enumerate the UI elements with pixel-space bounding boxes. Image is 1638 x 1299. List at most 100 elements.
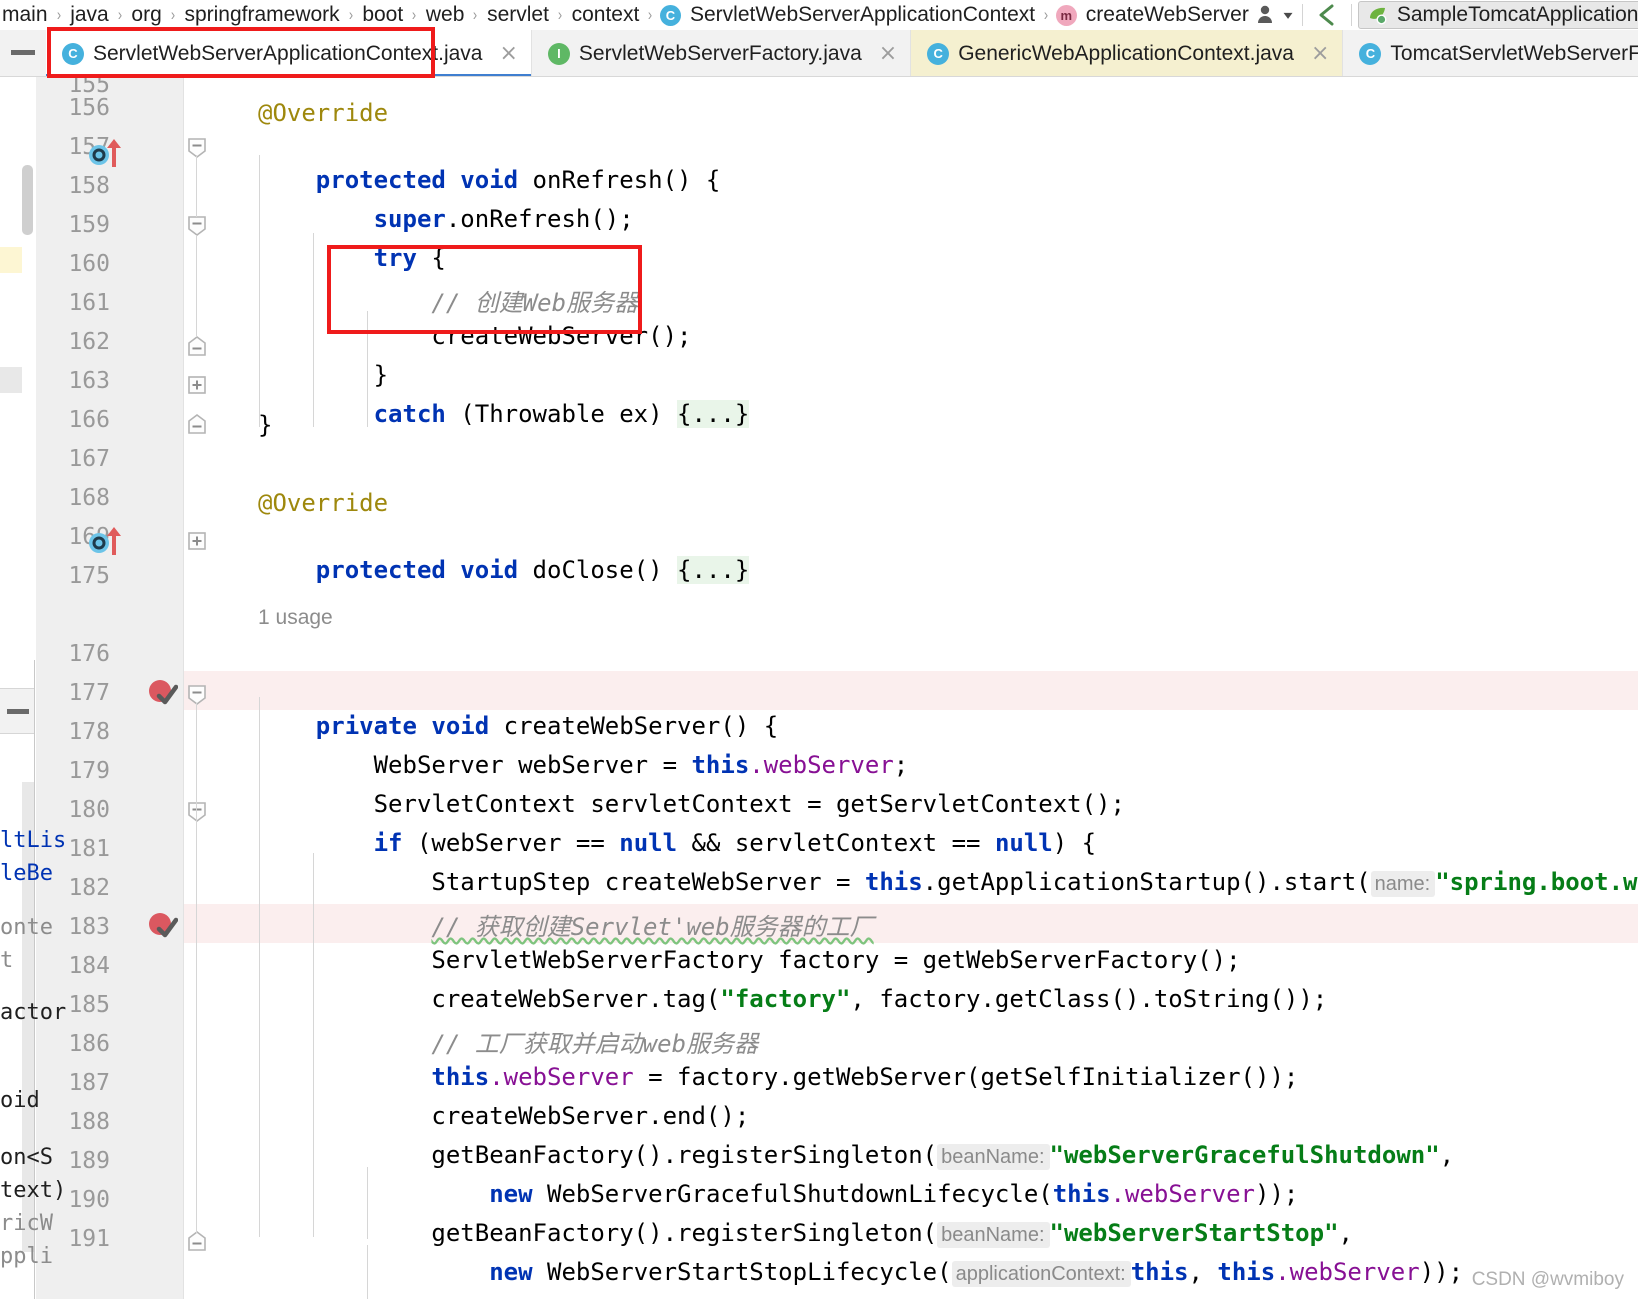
breadcrumb-label: org: [131, 3, 162, 26]
overlay-text-fragment: t: [0, 948, 14, 973]
breadcrumb-item-class[interactable]: C ServletWebServerApplicationContext: [660, 3, 1037, 27]
left-overlay-panel[interactable]: [0, 660, 35, 1299]
usage-inlay-hint[interactable]: 1 usage: [258, 606, 1638, 630]
breadcrumb-item-boot[interactable]: boot: [360, 3, 405, 27]
fold-collapse-icon[interactable]: [186, 684, 208, 706]
breadcrumb-item-context[interactable]: context: [570, 3, 642, 27]
tab-label: GenericWebApplicationContext.java: [958, 41, 1294, 65]
fold-end-icon[interactable]: [186, 413, 208, 435]
tab-servlet-web-server-factory[interactable]: I ServletWebServerFactory.java ×: [531, 30, 912, 76]
editor-tab-bar: C ServletWebServerApplicationContext.jav…: [0, 30, 1638, 77]
fold-expand-icon[interactable]: [186, 374, 208, 396]
interface-icon: I: [547, 42, 570, 65]
line-number: 163: [68, 368, 110, 394]
breadcrumb-item-main[interactable]: main: [0, 3, 50, 27]
fold-collapse-icon[interactable]: [186, 137, 208, 159]
class-icon: C: [62, 42, 84, 65]
breadcrumb-label: context: [571, 3, 640, 26]
editor-vertical-scrollbar[interactable]: [22, 165, 33, 235]
line-number: 175: [68, 563, 110, 589]
breadcrumb-item-springframework[interactable]: springframework: [182, 3, 341, 27]
breadcrumb-separator: ›: [473, 5, 478, 24]
overriding-method-icon[interactable]: [88, 137, 126, 174]
breadcrumb-label: springframework: [184, 3, 340, 26]
breadcrumb-separator: ›: [348, 5, 353, 24]
tab-servlet-web-server-application-context[interactable]: C ServletWebServerApplicationContext.jav…: [46, 30, 532, 76]
breadcrumb-bar: main › java › org › springframework › bo…: [0, 0, 1638, 30]
breadcrumb-item-org[interactable]: org: [129, 3, 163, 27]
breadcrumb-separator: ›: [170, 5, 175, 24]
tab-generic-web-application-context[interactable]: C GenericWebApplicationContext.java ×: [911, 30, 1344, 76]
breadcrumb-separator: ›: [412, 5, 417, 24]
line-number: 160: [68, 251, 110, 277]
breadcrumb-item-java[interactable]: java: [68, 3, 111, 27]
fold-end-icon[interactable]: [186, 335, 208, 357]
line-number: 156: [68, 95, 110, 121]
overlay-text-fragment: onte: [0, 915, 53, 940]
line-number: 178: [68, 719, 110, 745]
breakpoint-verified-icon[interactable]: [146, 675, 179, 712]
line-number: 187: [68, 1070, 110, 1096]
line-number: 180: [68, 797, 110, 823]
breadcrumb-item-method[interactable]: m createWebServer: [1055, 3, 1251, 27]
breadcrumb-label: createWebServer: [1085, 3, 1249, 26]
breadcrumb-label: servlet: [487, 3, 549, 26]
back-arrow-icon[interactable]: [1309, 1, 1345, 29]
line-number: 177: [68, 680, 110, 706]
code-editor[interactable]: 155 156 157 158 159 160 161 162 163 166 …: [0, 77, 1638, 1299]
line-number: 166: [68, 407, 110, 433]
user-account-icon[interactable]: ▾: [1251, 1, 1296, 29]
tab-label: ServletWebServerApplicationContext.java: [93, 41, 483, 65]
method-icon: m: [1055, 4, 1077, 26]
overlay-text-fragment: leBe: [0, 861, 53, 886]
breadcrumb-label: web: [425, 3, 465, 26]
fold-expand-icon[interactable]: [186, 530, 208, 552]
toolbar-divider: [1301, 4, 1303, 26]
code-line-168: @Override: [258, 489, 389, 517]
breadcrumb-separator: ›: [648, 5, 653, 24]
tab-label: ServletWebServerFactory.java: [578, 41, 862, 65]
folded-code-placeholder[interactable]: {...}: [677, 556, 750, 584]
code-line-169: protected void doClose() {...}: [258, 528, 1638, 612]
chevron-down-icon: ▾: [1283, 8, 1293, 22]
line-number: 176: [68, 641, 110, 667]
line-number: 158: [68, 173, 110, 199]
class-icon: C: [927, 42, 950, 65]
line-number: 161: [68, 290, 110, 316]
fold-collapse-icon[interactable]: [186, 801, 208, 823]
close-icon[interactable]: ×: [499, 42, 517, 65]
line-number: 179: [68, 758, 110, 784]
close-icon[interactable]: ×: [1311, 42, 1329, 65]
run-configuration-selector[interactable]: SampleTomcatApplication ∨: [1357, 1, 1638, 29]
fold-collapse-icon[interactable]: [186, 215, 208, 237]
tab-tomcat-servlet-web-server-factory[interactable]: C TomcatServletWebServerFactory.java ×: [1343, 30, 1638, 76]
breadcrumb-separator: ›: [557, 5, 563, 24]
overlay-text-fragment: ltLis: [0, 828, 67, 853]
overlay-text-fragment: on<S: [0, 1145, 53, 1170]
code-line-191: }: [258, 1269, 1638, 1299]
breakpoint-verified-icon[interactable]: [146, 908, 179, 945]
line-number: 159: [68, 212, 110, 238]
breadcrumb-item-web[interactable]: web: [424, 3, 467, 27]
breadcrumb-label: main: [2, 3, 48, 26]
fold-end-icon[interactable]: [186, 1230, 208, 1252]
breadcrumb-item-servlet[interactable]: servlet: [485, 3, 551, 27]
breadcrumb-label: boot: [362, 3, 404, 26]
overriding-method-icon[interactable]: [88, 525, 126, 562]
code-line-166: }: [258, 411, 273, 439]
line-number: 188: [68, 1109, 110, 1135]
code-token: doClose(): [518, 556, 678, 584]
close-icon[interactable]: ×: [879, 42, 897, 65]
editor-change-marker: [0, 367, 22, 393]
overlay-toolbar[interactable]: [0, 688, 34, 734]
overlay-text-fragment: ricW: [0, 1211, 53, 1236]
collapse-minus-icon[interactable]: [0, 30, 46, 76]
overlay-text-fragment: actor: [0, 1000, 67, 1025]
spring-boot-icon: [1366, 4, 1389, 27]
fold-connector-line: [196, 235, 197, 337]
toolbar-divider: [1350, 4, 1352, 26]
overlay-text-fragment: ppli: [0, 1244, 53, 1269]
code-line-156: @Override: [258, 99, 389, 127]
line-number: 184: [68, 953, 110, 979]
breadcrumb-separator: ›: [117, 5, 122, 24]
